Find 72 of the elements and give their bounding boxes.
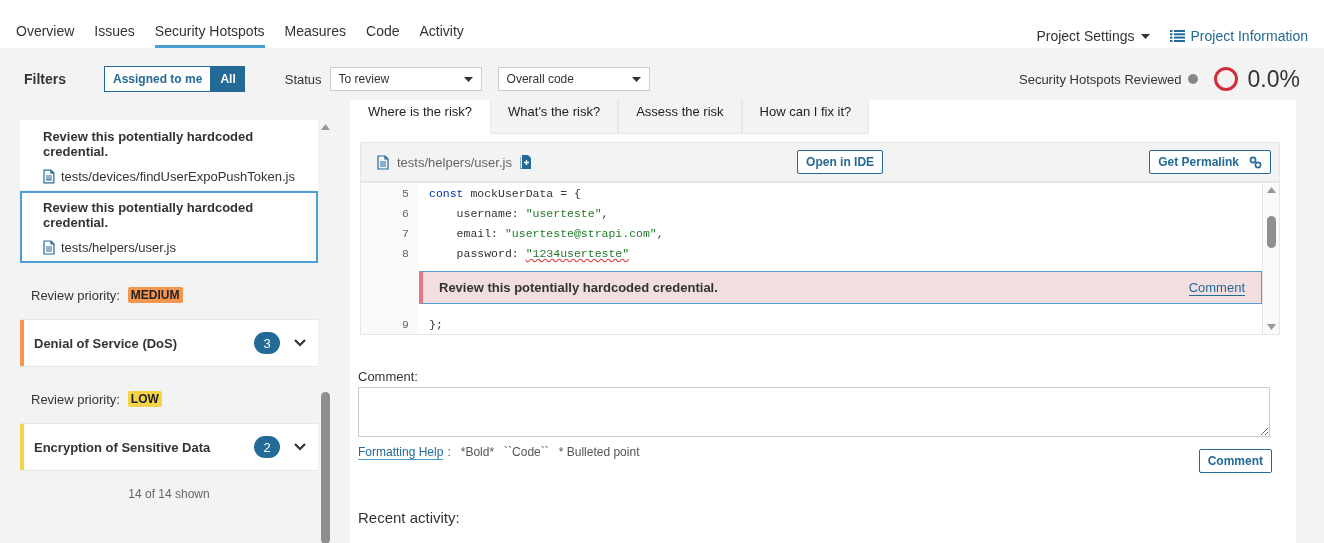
- nav-tab[interactable]: Measures: [284, 22, 346, 48]
- category-header[interactable]: Encryption of Sensitive Data 2: [20, 423, 318, 471]
- line-number: 5: [361, 183, 419, 203]
- detail-tab[interactable]: How can I fix it?: [741, 100, 870, 134]
- detail-tab[interactable]: Assess the risk: [618, 100, 742, 134]
- status-dropdown[interactable]: To review: [329, 67, 482, 91]
- code-line: password: "1234userteste": [455, 246, 630, 260]
- priority-label: Review priority:: [31, 391, 120, 407]
- comment-button[interactable]: Comment: [1198, 449, 1272, 473]
- file-path: tests/helpers/user.js: [61, 240, 176, 255]
- comment-label: Comment:: [358, 369, 419, 384]
- chevron-down-icon[interactable]: [294, 339, 306, 347]
- line-number: 9: [361, 314, 419, 334]
- help-icon[interactable]: [1187, 74, 1198, 84]
- recent-activity-heading: Recent activity:: [358, 509, 461, 526]
- formatting-help-link[interactable]: Formatting Help: [358, 445, 444, 460]
- assignment-toggle[interactable]: Assigned to me: [104, 66, 212, 92]
- scrollbar-thumb[interactable]: [320, 392, 330, 543]
- nav-tab[interactable]: Activity: [419, 22, 464, 48]
- chevron-down-icon[interactable]: [294, 443, 306, 451]
- code-scrollbar[interactable]: [1262, 183, 1279, 334]
- open-in-ide-button[interactable]: Open in IDE: [797, 150, 884, 174]
- scroll-up-icon[interactable]: [1266, 187, 1276, 193]
- comment-field[interactable]: [358, 387, 1270, 437]
- file-path: tests/devices/findUserExpoPushToken.js: [60, 169, 295, 184]
- file-icon: [377, 154, 389, 170]
- caret-icon: [631, 76, 641, 82]
- code-line: const mockUserData = {: [428, 186, 581, 200]
- file-path: tests/helpers/user.js: [397, 154, 512, 170]
- reviewed-label: Security Hotspots Reviewed: [1019, 71, 1182, 87]
- code-line: username: "userteste",: [455, 206, 609, 220]
- priority-label: Review priority:: [31, 287, 120, 303]
- comment-link[interactable]: Comment: [1188, 279, 1245, 296]
- formatting-hint: : *Bold* ``Code`` * Bulleted point: [447, 445, 640, 459]
- category-header[interactable]: Denial of Service (DoS) 3: [20, 319, 318, 367]
- list-icon: [1169, 30, 1185, 42]
- shown-count: 14 of 14 shown: [127, 486, 211, 501]
- get-permalink-button[interactable]: Get Permalink: [1149, 150, 1271, 174]
- issue-message: Review this potentially hardcoded credential.: [439, 280, 718, 295]
- project-settings-menu[interactable]: Project Settings: [1036, 28, 1150, 44]
- line-number: 6: [361, 203, 419, 223]
- status-label: Status: [284, 71, 322, 87]
- line-number: 7: [361, 223, 419, 243]
- code-line: email: "userteste@strapi.com",: [455, 226, 664, 240]
- nav-tab[interactable]: Code: [366, 22, 400, 48]
- assignment-toggle[interactable]: All: [211, 66, 245, 92]
- count-badge: 2: [254, 436, 280, 458]
- progress-ring-icon: [1213, 67, 1238, 91]
- filters-title: Filters: [24, 71, 66, 87]
- copy-icon[interactable]: [519, 155, 531, 169]
- hotspot-item[interactable]: Review this potentially hardcoded credential. tests/helpers/user.js: [20, 191, 318, 263]
- nav-tab[interactable]: Overview: [16, 22, 75, 48]
- code-line: };: [428, 317, 443, 331]
- hotspot-item[interactable]: Review this potentially hardcoded credential. tests/devices/findUserExpoPushToken.js: [20, 120, 318, 191]
- scope-dropdown[interactable]: Overall code: [497, 67, 650, 91]
- line-number: 8: [361, 243, 419, 263]
- scrollbar-thumb[interactable]: [1266, 215, 1276, 248]
- detail-tab[interactable]: What's the risk?: [490, 100, 619, 134]
- count-badge: 3: [254, 332, 280, 354]
- file-icon: [43, 169, 55, 184]
- nav-tab[interactable]: Issues: [94, 22, 135, 48]
- file-icon: [43, 240, 55, 255]
- caret-icon: [1140, 33, 1150, 39]
- scroll-down-icon[interactable]: [1266, 324, 1276, 330]
- project-information-link[interactable]: Project Information: [1169, 28, 1308, 44]
- scroll-up-icon[interactable]: [320, 124, 330, 130]
- reviewed-percentage: 0.0%: [1247, 65, 1300, 93]
- priority-badge: MEDIUM: [127, 287, 183, 303]
- nav-tab[interactable]: Security Hotspots: [154, 22, 265, 48]
- caret-icon: [463, 76, 473, 82]
- priority-badge: LOW: [127, 391, 162, 407]
- link-icon: [1249, 155, 1262, 169]
